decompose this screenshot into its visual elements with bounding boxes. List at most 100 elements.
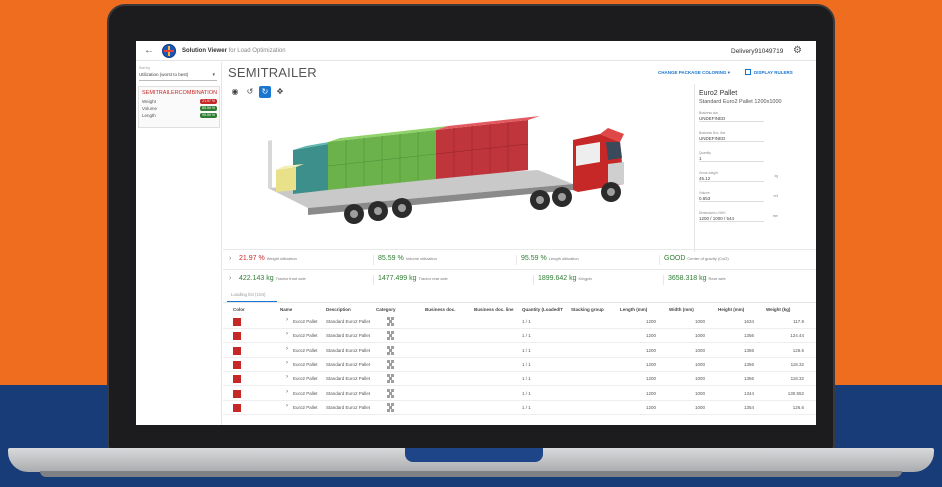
cell-length: 1200 [645, 333, 656, 339]
back-arrow-icon[interactable]: ← [144, 45, 154, 57]
stat-value: 21.97 % [239, 255, 265, 262]
cell-description: Standard Euro2 Pallet [326, 390, 371, 396]
stat-label: Length utilization [548, 256, 579, 261]
gear-icon[interactable]: ⚙ [793, 45, 802, 57]
table-row[interactable]: › Euro2 Pallet Standard Euro2 Pallet 1 / 1 1… [223, 401, 816, 415]
cell-description: Standard Euro2 Pallet [326, 376, 371, 382]
cell-height: 1356 [743, 376, 754, 382]
display-rulers-label[interactable]: DISPLAY RULERS [754, 70, 793, 75]
stat-label: Tractor rear axle [418, 276, 448, 281]
display-rulers-checkbox[interactable] [745, 69, 751, 75]
field-label: Dimensions L/W/H [699, 211, 726, 215]
cell-width: 1000 [694, 333, 705, 339]
metric-badge: 85.59 % [200, 106, 217, 111]
pallet-category-icon [387, 345, 395, 355]
field-value: 1 [699, 156, 702, 161]
field-value: 1200 / 1000 / 544 [699, 216, 735, 221]
chevron-right-icon[interactable]: › [286, 403, 288, 409]
delivery-id: Delivery91049719 [731, 48, 784, 55]
sort-value: Utilization (worst to best) [139, 72, 189, 77]
app-title-name: Solution Viewer [182, 48, 227, 54]
cell-description: Standard Euro2 Pallet [326, 361, 371, 367]
color-swatch [233, 360, 241, 369]
field-label: Quantity [699, 151, 711, 155]
stat-length-utilization: 95.59 % Length utilization [516, 255, 579, 265]
column-header[interactable]: Business doc. [425, 307, 456, 312]
table-row[interactable]: › Euro2 Pallet Standard Euro2 Pallet 1 / 1 1… [223, 372, 816, 387]
rotate-icon[interactable]: ↻ [259, 86, 271, 98]
solution-card[interactable]: SEMITRAILERCOMBINATION Weight 21.97 % Vo… [138, 86, 220, 128]
eye-icon[interactable]: ◉ [229, 86, 241, 98]
table-row[interactable]: › Euro2 Pallet Standard Euro2 Pallet 1 / 1 1… [223, 358, 816, 372]
package-details-panel: Euro2 Pallet Standard Euro2 Pallet 1200x… [694, 84, 816, 252]
column-header[interactable]: Height (mm) [718, 307, 744, 312]
table-row[interactable]: › Euro2 Pallet Standard Euro2 Pallet 1 / 1 1… [223, 329, 816, 344]
3d-viewport[interactable] [228, 84, 693, 252]
cell-height: 1344 [743, 390, 754, 396]
stat-value: GOOD [664, 255, 686, 262]
sort-select[interactable]: Utilization (worst to best) ▾ [139, 72, 217, 81]
field-business-doc-line: Business Doc. line UNDEFINED [699, 131, 764, 142]
truck-windshield [606, 142, 622, 160]
cell-weight: 124.44 [790, 333, 804, 339]
chevron-right-icon[interactable]: › [286, 389, 288, 395]
metric-label: Weight [142, 99, 156, 104]
cell-height: 1356 [743, 333, 754, 339]
field-volume: Volume 0.653 m3 [699, 191, 778, 202]
table-row[interactable]: › Euro2 Pallet Standard Euro2 Pallet 1 / 1 1… [223, 344, 816, 358]
field-unit: kg [774, 174, 778, 178]
cell-quantity: 1 / 1 [522, 390, 531, 396]
field-label: Volume [699, 191, 710, 195]
move-icon[interactable]: ✥ [274, 86, 286, 98]
cell-height: 1634 [743, 319, 754, 324]
field-business-doc: Business doc. UNDEFINED [699, 111, 764, 122]
stat-label: Center of gravity (CoG) [687, 256, 729, 261]
cell-description: Standard Euro2 Pallet [326, 319, 371, 324]
column-header[interactable]: Color [233, 307, 245, 312]
pallet-category-icon [387, 388, 395, 398]
cell-quantity: 1 / 1 [522, 347, 531, 353]
chevron-right-icon[interactable]: › [286, 374, 288, 380]
chevron-right-icon[interactable]: › [229, 255, 231, 262]
cell-width: 1000 [694, 347, 705, 353]
solution-title: SEMITRAILERCOMBINATION [142, 90, 218, 96]
cell-weight: 118.32 [790, 361, 804, 367]
chevron-right-icon[interactable]: › [286, 346, 288, 352]
stat-value: 85.59 % [378, 255, 404, 262]
utilization-row: › 21.97 % Weight utilization 85.59 % Volum… [223, 249, 816, 268]
chevron-right-icon[interactable]: › [286, 360, 288, 366]
color-swatch [233, 332, 241, 341]
cell-name: Euro2 Pallet [293, 333, 318, 339]
chevron-right-icon[interactable]: › [229, 275, 231, 282]
column-header[interactable]: Name [280, 307, 292, 312]
field-unit: m3 [773, 194, 778, 198]
logo-icon [162, 44, 176, 58]
chevron-right-icon[interactable]: › [286, 317, 288, 323]
history-icon[interactable]: ↺ [244, 86, 256, 98]
chevron-right-icon[interactable]: › [286, 331, 288, 337]
column-header[interactable]: Weight (kg) [766, 307, 790, 312]
stat-weight-utilization: 21.97 % Weight utilization [235, 255, 297, 265]
column-header[interactable]: Category [376, 307, 396, 312]
cell-quantity: 1 / 1 [522, 319, 531, 324]
stat-kingpin: 1899.642 kg Kingpin [533, 275, 592, 285]
change-coloring-button[interactable]: CHANGE PACKAGE COLORING ▾ [658, 70, 730, 76]
table-row[interactable]: › Euro2 Pallet Standard Euro2 Pallet 1 / 1 1… [223, 387, 816, 401]
stat-tractor-front-axle: 422.143 kg Tractor front axle [235, 275, 306, 285]
table-row[interactable]: › Euro2 Pallet Standard Euro2 Pallet 1 / 1 1… [223, 315, 816, 329]
cell-weight: 126.6 [792, 347, 804, 353]
cell-width: 1000 [694, 390, 705, 396]
column-header[interactable]: Quantity (Loaded/T [522, 307, 570, 312]
cell-quantity: 1 / 1 [522, 333, 531, 339]
column-header[interactable]: Length (mm) [620, 307, 647, 312]
trailer-rear-frame [268, 140, 272, 188]
tab-loading-list[interactable]: Loading list (104) [231, 292, 266, 297]
column-header[interactable]: Business doc. line [474, 307, 514, 312]
solution-metric-weight: Weight 21.97 % [142, 99, 217, 104]
cell-name: Euro2 Pallet [293, 376, 318, 382]
color-swatch [233, 389, 241, 398]
column-header[interactable]: Stacking group [571, 307, 604, 312]
column-header[interactable]: Description [326, 307, 351, 312]
solution-metric-volume: Volume 85.59 % [142, 106, 217, 111]
column-header[interactable]: Width (mm) [669, 307, 694, 312]
